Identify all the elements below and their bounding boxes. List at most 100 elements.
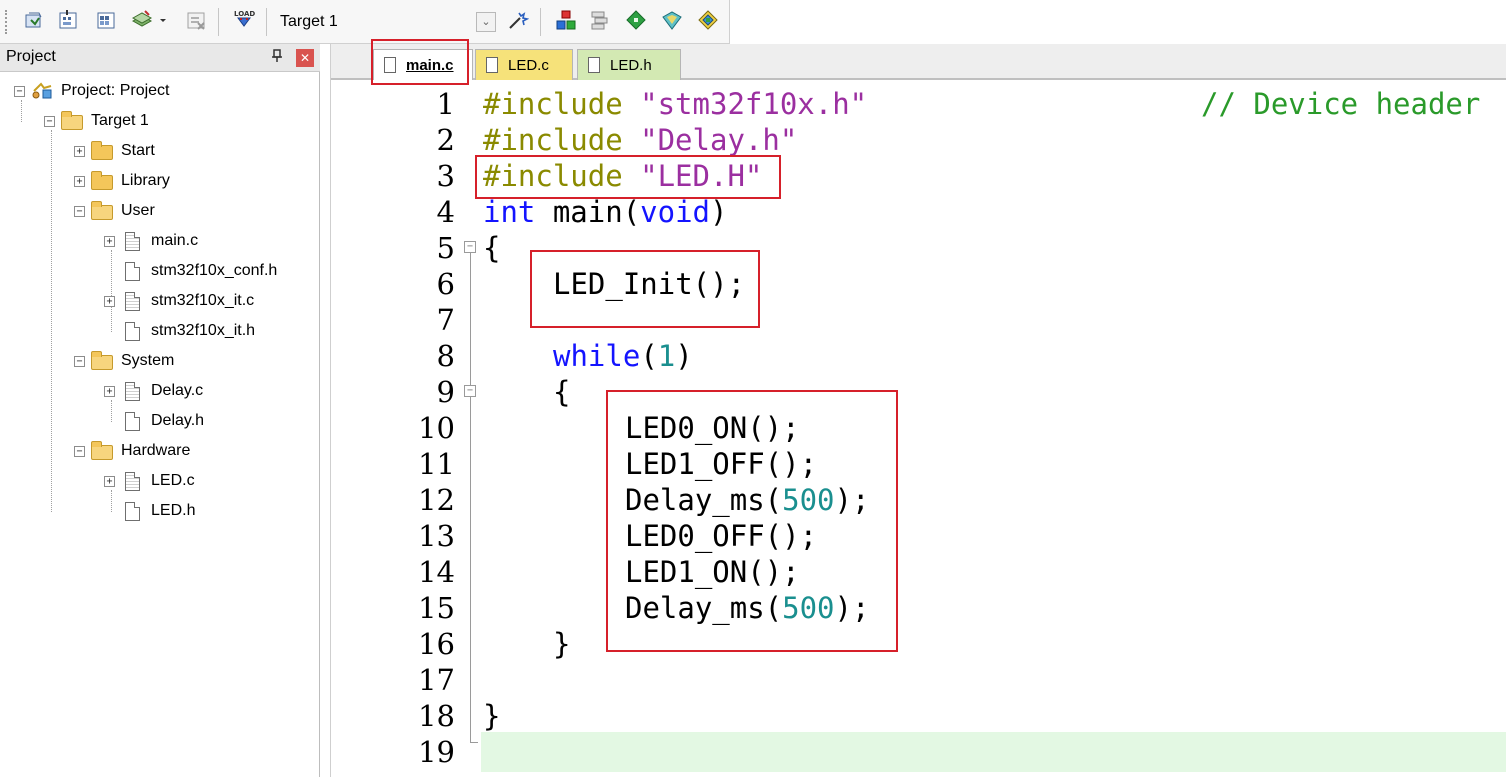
pack-installer-icon[interactable] [660, 8, 684, 32]
code-text: } [483, 699, 501, 733]
code-line: 12 Delay_ms(500); [331, 482, 1506, 518]
header-file-icon [121, 262, 143, 281]
code-text: while(1) [553, 338, 693, 374]
line-number: 13 [418, 519, 455, 553]
batch-build-icon[interactable] [130, 8, 154, 32]
project-panel-title: Project [6, 48, 56, 65]
folder-icon [91, 141, 113, 160]
line-number: 8 [436, 339, 455, 373]
tree-item-project-root[interactable]: − Project: Project [14, 76, 169, 106]
tab-label: LED.h [610, 56, 652, 74]
tree-item-label: main.c [151, 232, 199, 249]
collapse-icon[interactable]: − [44, 115, 55, 127]
code-line: 4 int main(void) [331, 194, 1506, 230]
code-text: int main(void) [483, 194, 727, 230]
tree-file-stm32f10x-conf-h[interactable]: stm32f10x_conf.h [104, 256, 277, 286]
line-number: 19 [418, 735, 455, 769]
code-line: 19 [331, 734, 1506, 770]
code-text: } [553, 627, 571, 661]
collapse-icon[interactable]: − [14, 85, 25, 97]
expand-icon[interactable]: + [74, 175, 85, 187]
tree-item-label: stm32f10x_it.c [151, 292, 255, 309]
line-number: 4 [436, 195, 455, 229]
header-file-icon [121, 412, 143, 431]
tree-group-hardware[interactable]: − Hardware [74, 436, 190, 466]
collapse-icon[interactable]: − [74, 445, 85, 457]
tree-item-label: LED.c [151, 472, 195, 489]
rebuild-icon[interactable] [94, 8, 118, 32]
tree-item-label: stm32f10x_conf.h [151, 262, 278, 279]
download-icon[interactable]: LOAD [232, 8, 256, 32]
fold-toggle-icon[interactable]: − [464, 385, 476, 397]
tree-item-label: System [121, 352, 175, 369]
tree-file-led-h[interactable]: LED.h [104, 496, 195, 526]
tree-group-system[interactable]: − System [74, 346, 174, 376]
fold-toggle-icon[interactable]: − [464, 241, 476, 253]
project-panel: Project ✕ − Project: Project − Target 1 … [0, 44, 320, 777]
comment: // Device header [1201, 87, 1481, 121]
string-literal: "Delay.h" [640, 123, 798, 157]
line-number: 17 [418, 663, 455, 697]
expand-icon[interactable]: + [104, 475, 115, 487]
chevron-down-icon[interactable] [156, 8, 170, 32]
collapse-icon[interactable]: − [74, 205, 85, 217]
build-icon[interactable] [56, 8, 80, 32]
manage-project-items-icon[interactable] [554, 8, 578, 32]
pin-icon[interactable] [270, 49, 284, 67]
line-number: 3 [436, 159, 455, 193]
tree-file-delay-c[interactable]: + Delay.c [104, 376, 203, 406]
build-toolbar: LOAD Target 1 ⌄ [0, 0, 730, 44]
folder-open-icon [91, 351, 113, 370]
tree-file-delay-h[interactable]: Delay.h [104, 406, 204, 436]
highlight-box-include-led [475, 155, 781, 199]
toolbar-grip[interactable] [5, 10, 8, 34]
tree-file-stm32f10x-it-c[interactable]: + stm32f10x_it.c [104, 286, 254, 316]
code-text: #include "stm32f10x.h" [483, 86, 867, 122]
line-number: 18 [418, 699, 455, 733]
code-token: main( [535, 195, 641, 229]
manage-run-time-environment-icon[interactable] [624, 8, 648, 32]
svg-text:LOAD: LOAD [234, 10, 255, 18]
tree-group-start[interactable]: + Start [74, 136, 155, 166]
expand-icon[interactable]: + [104, 295, 115, 307]
code-line: 2 #include "Delay.h" [331, 122, 1506, 158]
keyword: void [640, 195, 710, 229]
code-line: 14 LED1_ON(); [331, 554, 1506, 590]
expand-icon[interactable]: + [104, 235, 115, 247]
tree-item-label: LED.h [151, 502, 196, 519]
line-number: 2 [436, 123, 455, 157]
tree-item-target[interactable]: − Target 1 [44, 106, 149, 136]
tree-file-main-c[interactable]: + main.c [104, 226, 198, 256]
stop-build-icon[interactable] [184, 8, 208, 32]
target-dropdown-arrow[interactable]: ⌄ [476, 12, 496, 32]
line-number: 12 [418, 483, 455, 517]
tab-led-c[interactable]: LED.c [475, 49, 573, 80]
tab-led-h[interactable]: LED.h [577, 49, 681, 80]
keyword: int [483, 195, 536, 229]
code-token: ) [710, 195, 728, 229]
tree-item-label: Start [121, 142, 155, 159]
keyword: while [553, 339, 641, 373]
tree-file-led-c[interactable]: + LED.c [104, 466, 195, 496]
preprocessor-directive: #include [483, 87, 641, 121]
tree-group-user[interactable]: − User [74, 196, 155, 226]
target-options-icon[interactable] [506, 8, 530, 32]
select-packs-icon[interactable] [588, 8, 612, 32]
close-icon[interactable]: ✕ [296, 49, 314, 67]
project-icon [31, 82, 53, 100]
highlight-box-loop-body [606, 390, 898, 652]
expand-icon[interactable]: + [104, 385, 115, 397]
components-icon[interactable] [696, 8, 720, 32]
target-select[interactable]: Target 1 ⌄ [280, 10, 496, 34]
line-number: 11 [418, 447, 455, 481]
translate-icon[interactable] [22, 8, 46, 32]
code-line: 7 [331, 302, 1506, 338]
collapse-icon[interactable]: − [74, 355, 85, 367]
tree-file-stm32f10x-it-h[interactable]: stm32f10x_it.h [104, 316, 255, 346]
expand-icon[interactable]: + [74, 145, 85, 157]
code-line: 16 } [331, 626, 1506, 662]
tree-item-label: Delay.c [151, 382, 204, 399]
toolbar-separator [540, 8, 541, 36]
tree-group-library[interactable]: + Library [74, 166, 170, 196]
tree-item-label: Delay.h [151, 412, 205, 429]
